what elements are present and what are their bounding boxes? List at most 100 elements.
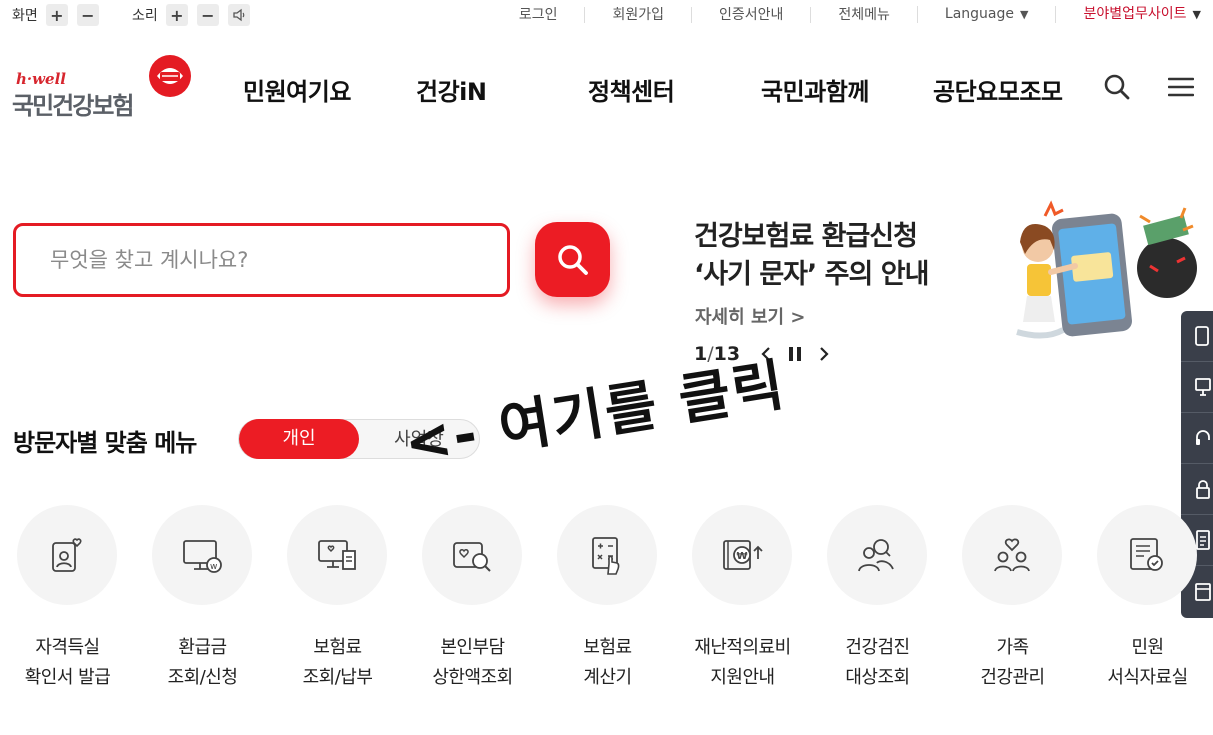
menu-label-line2: 조회/납부 [302,667,373,688]
menu-item-premium-payment[interactable]: 보험료 조회/납부 [270,505,405,695]
next-slide-button[interactable] [818,346,830,362]
calculator-icon [592,537,620,575]
nav-item-about[interactable]: 공단요모조모 [933,72,1063,107]
lock-icon [1196,480,1210,499]
menu-item-copay-ceiling[interactable]: 본인부담상한액조회 [405,505,540,695]
banner-illustration [1016,200,1197,339]
search-input[interactable] [16,226,507,294]
menu-label-line1: 환급금 [178,637,227,658]
pause-slide-button[interactable] [788,346,802,362]
click-here-annotation: <- 여기를 클릭 [400,352,791,478]
monitor-won-icon: w [183,540,222,573]
nav-item-with-citizens[interactable]: 국민과함께 [761,72,869,107]
id-card-heart-icon [52,538,82,572]
menu-label: 건강검진대상조회 [810,633,945,693]
mobile-icon [1195,326,1209,346]
field-sites-dropdown[interactable]: 분야별업무사이트 ▼ [1055,6,1213,23]
svg-text:₩: ₩ [737,551,748,562]
menu-label-line2: 계산기 [583,667,632,688]
certificate-guide-link[interactable]: 인증서안내 [690,6,810,23]
menu-item-forms-library[interactable]: 민원 서식자료실 [1080,505,1213,695]
menu-item-catastrophic-medical[interactable]: ₩ 재난적의료비 지원안내 [675,505,810,695]
sound-down-button[interactable]: − [196,4,219,26]
screen-zoom-in-button[interactable]: + [45,4,68,26]
menu-label: 자격득실확인서 발급 [0,633,135,693]
language-label: Language [944,6,1015,22]
sound-up-button[interactable]: + [165,4,188,26]
screen-label: 화면 [12,8,38,24]
menu-icon-circle: ₩ [692,505,792,605]
menu-label: 본인부담상한액조회 [405,633,540,693]
chevron-right-icon [820,347,829,361]
sound-controls: 소리 + − [132,4,259,26]
signup-link[interactable]: 회원가입 [584,6,691,23]
utility-bar: 화면 + − 소리 + − 로그인 회원가입 인증서안내 전체메뉴 Langua… [0,0,1213,32]
menu-label-line2: 확인서 발급 [24,667,111,688]
menu-label: 보험료 조회/납부 [270,633,405,693]
nav-item-health-in[interactable]: 건강iN [416,72,487,107]
menu-icon-circle [557,505,657,605]
menu-label-line1: 본인부담 [440,637,505,658]
banner-title-line1: 건강보험료 환급신청 [694,221,918,252]
quick-item-mobile[interactable] [1181,311,1213,362]
menu-label: 환급금 조회/신청 [135,633,270,693]
language-dropdown[interactable]: Language ▼ [916,6,1056,23]
menu-label-line2: 지원안내 [710,667,775,688]
quick-item-monitor[interactable] [1181,362,1213,413]
tab-personal[interactable]: 개인 [239,419,359,459]
menu-icon-circle: w [152,505,252,605]
caret-down-icon: ▼ [1020,8,1029,21]
search-icon [557,244,588,275]
menu-label-line1: 가족 [996,637,1029,658]
hamburger-menu-icon[interactable] [1166,72,1196,102]
login-link[interactable]: 로그인 [492,7,585,23]
screen-zoom-out-button[interactable]: − [76,4,99,26]
banner-title-line2: ‘사기 문자’ 주의 안내 [694,259,929,290]
monitor-icon [1195,378,1211,396]
speaker-icon[interactable] [227,4,250,26]
menu-label: 보험료계산기 [540,633,675,693]
svg-text:w: w [210,562,217,572]
search-button[interactable] [535,222,610,297]
all-menu-link[interactable]: 전체메뉴 [810,6,917,23]
search-box [13,223,510,297]
menu-label-line1: 민원 [1131,637,1164,658]
menu-item-refund[interactable]: w 환급금 조회/신청 [135,505,270,695]
banner-title[interactable]: 건강보험료 환급신청 ‘사기 문자’ 주의 안내 [694,218,994,294]
menu-icon-circle [827,505,927,605]
menu-item-health-checkup[interactable]: 건강검진대상조회 [810,505,945,695]
menu-label-line2: 대상조회 [845,667,910,688]
menu-label: 재난적의료비 지원안내 [675,633,810,693]
main-nav: 민원여기요 건강iN 정책센터 국민과함께 공단요모조모 [0,72,1213,106]
menu-label-line2: 상한액조회 [432,667,513,688]
menu-label-line1: 보험료 [583,637,632,658]
family-heart-icon [994,538,1030,572]
nav-item-policy-center[interactable]: 정책센터 [588,72,675,107]
menu-item-family-health[interactable]: 가족 건강관리 [945,505,1080,695]
quick-item-headset[interactable] [1181,413,1213,464]
util-links: 로그인 회원가입 인증서안내 전체메뉴 Language ▼ 분야별업무사이트 ▼ [492,6,1213,23]
document-won-icon: ₩ [723,540,763,570]
pause-icon [789,347,802,361]
heart-search-icon [453,542,491,572]
nav-item-minwon[interactable]: 민원여기요 [243,72,351,107]
menu-icon-circle [17,505,117,605]
menu-label-line1: 자격득실 [35,637,100,658]
menu-label-line1: 건강검진 [845,637,910,658]
menu-icon-circle [422,505,522,605]
banner-more-link[interactable]: 자세히 보기 > [695,303,805,329]
screen-zoom-controls: 화면 + − [12,4,108,26]
menu-item-premium-calculator[interactable]: 보험료계산기 [540,505,675,695]
form-check-icon [1130,538,1163,571]
search-icon[interactable] [1102,72,1132,102]
monitor-receipt-icon [318,540,356,570]
menu-icon-circle [287,505,387,605]
menu-icon-circle [962,505,1062,605]
visitor-menu-title: 방문자별 맞춤 메뉴 [13,429,197,457]
menu-icon-circle [1097,505,1197,605]
sound-label: 소리 [132,8,158,24]
caret-down-icon: ▼ [1192,8,1201,21]
menu-item-qualification-certificate[interactable]: 자격득실확인서 발급 [0,505,135,695]
field-sites-label: 분야별업무사이트 [1083,6,1187,22]
headset-icon [1196,430,1210,445]
